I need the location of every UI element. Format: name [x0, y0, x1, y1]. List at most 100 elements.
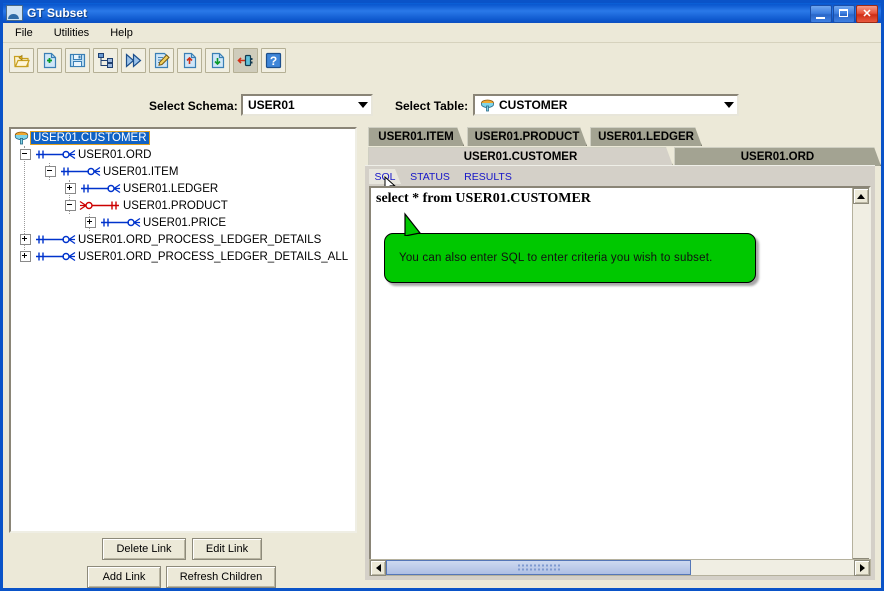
menu-item-help[interactable]: Help: [101, 25, 142, 41]
new-document-icon: [43, 52, 57, 69]
tree-node-ord[interactable]: USER01.ORD: [11, 146, 355, 163]
tree-node-label: USER01.ORD_PROCESS_LEDGER_DETAILS_ALL: [78, 250, 349, 263]
subtab-sql[interactable]: SQL: [369, 169, 401, 184]
menu-bar: File Utilities Help: [3, 23, 881, 43]
editor-vertical-scrollbar[interactable]: [852, 188, 869, 574]
tree-expander-collapse[interactable]: [45, 166, 56, 177]
refresh-children-button[interactable]: Refresh Children: [166, 566, 276, 588]
tab-user01-item[interactable]: USER01.ITEM: [368, 127, 464, 146]
tree-node-ledger[interactable]: USER01.LEDGER: [11, 180, 355, 197]
connect-plug-icon-button[interactable]: [233, 48, 258, 73]
save-icon: [69, 53, 86, 68]
new-document-icon-button[interactable]: [37, 48, 62, 73]
chevron-down-icon[interactable]: [720, 96, 737, 114]
save-icon-button[interactable]: [65, 48, 90, 73]
scroll-right-button[interactable]: [854, 560, 870, 576]
svg-text:?: ?: [270, 54, 277, 68]
scrollbar-grip-icon: [516, 563, 561, 572]
tree-node-ord-process-ledger-details-all[interactable]: USER01.ORD_PROCESS_LEDGER_DETAILS_ALL: [11, 248, 355, 265]
hierarchy-icon: [98, 53, 113, 68]
run-fast-forward-icon: [125, 53, 142, 68]
select-schema-label: Select Schema:: [149, 99, 238, 113]
callout-tail-icon: [404, 212, 422, 236]
relationship-tree[interactable]: USER01.CUSTOMER USER01.ORD USER01.ITEM U…: [9, 127, 357, 533]
toolbar: ?: [3, 43, 881, 78]
schema-combobox[interactable]: USER01: [241, 94, 373, 116]
edit-document-icon-button[interactable]: [149, 48, 174, 73]
tab-user01-product[interactable]: USER01.PRODUCT: [467, 127, 587, 146]
title-bar: GT Subset ✕: [3, 3, 881, 23]
relation-one-to-many-icon: [61, 166, 101, 177]
open-icon: [13, 54, 30, 68]
tab-content-panel: SQL STATUS RESULTS select * from USER01.…: [365, 165, 875, 580]
tree-node-label: USER01.ORD_PROCESS_LEDGER_DETAILS: [78, 233, 322, 246]
application-window: GT Subset ✕ File Utilities Help ? Select…: [0, 0, 884, 591]
select-table-label: Select Table:: [395, 99, 469, 113]
relation-one-to-many-icon: [36, 234, 76, 245]
run-fast-forward-icon-button[interactable]: [121, 48, 146, 73]
table-value: CUSTOMER: [499, 98, 568, 112]
export-document-icon-button[interactable]: [205, 48, 230, 73]
table-icon: [14, 131, 29, 145]
open-icon-button[interactable]: [9, 48, 34, 73]
tree-node-item[interactable]: USER01.ITEM: [11, 163, 355, 180]
subtab-status[interactable]: STATUS: [404, 169, 456, 184]
hierarchy-icon-button[interactable]: [93, 48, 118, 73]
help-icon: ?: [265, 52, 282, 69]
tree-node-label: USER01.PRICE: [143, 216, 227, 229]
tree-node-label: USER01.ORD: [78, 148, 152, 161]
editor-horizontal-scrollbar[interactable]: [369, 559, 871, 576]
sql-text: select * from USER01.CUSTOMER: [376, 191, 591, 206]
tree-node-ord-process-ledger-details[interactable]: USER01.ORD_PROCESS_LEDGER_DETAILS: [11, 231, 355, 248]
menu-item-utilities[interactable]: Utilities: [45, 25, 98, 41]
subtab-results[interactable]: RESULTS: [459, 169, 517, 184]
connect-plug-icon: [237, 54, 253, 67]
hint-callout-text: You can also enter SQL to enter criteria…: [399, 252, 713, 264]
window-controls: ✕: [810, 5, 879, 23]
help-icon-button[interactable]: ?: [261, 48, 286, 73]
add-link-button[interactable]: Add Link: [87, 566, 161, 588]
sql-editor[interactable]: select * from USER01.CUSTOMER You can al…: [369, 186, 871, 576]
import-document-icon: [183, 52, 197, 69]
tree-expander-expand[interactable]: [85, 217, 96, 228]
tree-node-price[interactable]: USER01.PRICE: [11, 214, 355, 231]
close-button[interactable]: ✕: [856, 5, 878, 23]
menu-item-file[interactable]: File: [6, 25, 42, 41]
tree-expander-expand[interactable]: [20, 251, 31, 262]
table-combobox[interactable]: CUSTOMER: [473, 94, 739, 116]
tree-node-label: USER01.CUSTOMER: [30, 130, 150, 145]
chevron-down-icon[interactable]: [354, 96, 371, 114]
table-tabs-panel: USER01.ITEM USER01.PRODUCT USER01.LEDGER…: [365, 127, 875, 580]
delete-link-button[interactable]: Delete Link: [102, 538, 186, 560]
tree-expander-expand[interactable]: [20, 234, 31, 245]
relation-many-to-one-icon: [79, 200, 119, 211]
tree-node-product[interactable]: USER01.PRODUCT: [11, 197, 355, 214]
relation-one-to-many-icon: [36, 251, 76, 262]
relation-one-to-many-icon: [81, 183, 121, 194]
table-icon: [480, 99, 495, 112]
tree-node-label: USER01.LEDGER: [123, 182, 219, 195]
export-document-icon: [211, 52, 225, 69]
window-title: GT Subset: [27, 6, 88, 20]
tab-user01-ledger[interactable]: USER01.LEDGER: [590, 127, 702, 146]
tree-node-customer[interactable]: USER01.CUSTOMER: [11, 129, 355, 146]
scroll-up-button[interactable]: [853, 188, 869, 204]
tree-node-label: USER01.ITEM: [103, 165, 179, 178]
app-window-icon: [6, 5, 23, 21]
scroll-left-button[interactable]: [370, 560, 386, 576]
minimize-button[interactable]: [810, 5, 832, 23]
edit-link-button[interactable]: Edit Link: [192, 538, 262, 560]
tab-user01-customer[interactable]: USER01.CUSTOMER: [368, 147, 673, 166]
relation-one-to-many-icon: [101, 217, 141, 228]
import-document-icon-button[interactable]: [177, 48, 202, 73]
tree-expander-expand[interactable]: [65, 183, 76, 194]
edit-document-icon: [154, 52, 170, 69]
schema-value: USER01: [248, 98, 295, 112]
tree-expander-collapse[interactable]: [20, 149, 31, 160]
selector-bar: Select Schema: USER01 Select Table: CUST…: [3, 91, 881, 123]
maximize-button[interactable]: [833, 5, 855, 23]
scrollbar-thumb[interactable]: [386, 560, 691, 575]
tab-user01-ord[interactable]: USER01.ORD: [674, 147, 881, 166]
tree-expander-collapse[interactable]: [65, 200, 76, 211]
relation-one-to-many-icon: [36, 149, 76, 160]
